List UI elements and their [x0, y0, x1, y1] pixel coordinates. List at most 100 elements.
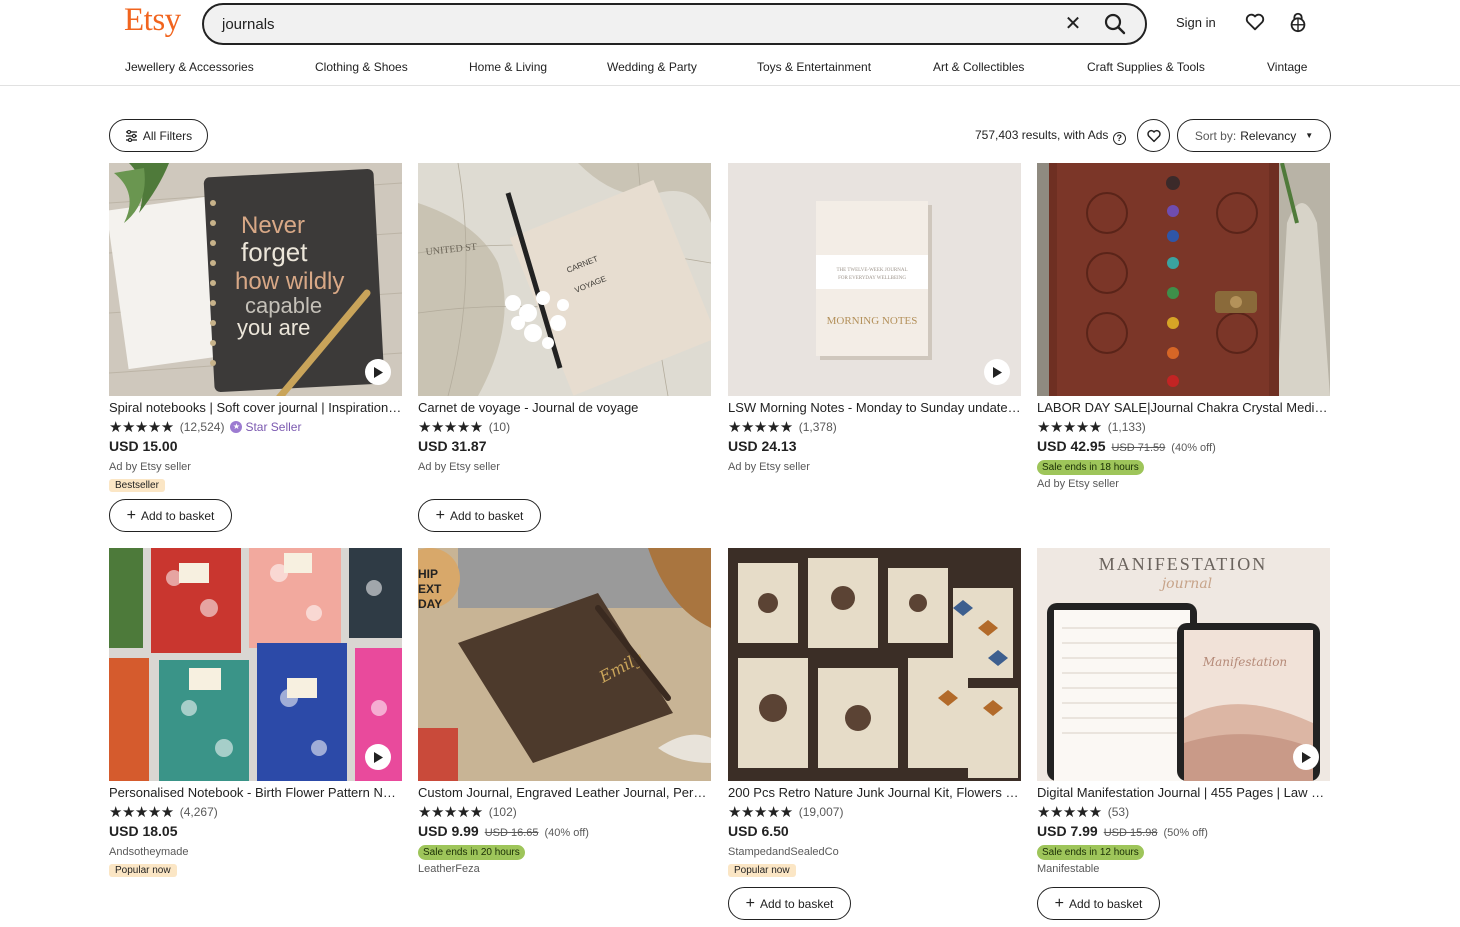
svg-text:Manifestation: Manifestation — [1202, 655, 1287, 669]
nav-item-art[interactable]: Art & Collectibles — [933, 60, 1024, 74]
product-image[interactable]: THE TWELVE-WEEK JOURNAL FOR EVERYDAY WEL… — [728, 163, 1021, 396]
shop-name[interactable]: StampedandSealedCo — [728, 846, 839, 858]
header: Etsy journals ✕ Sign in Jewellery & Acce… — [0, 0, 1460, 86]
play-video-button[interactable] — [365, 744, 391, 770]
product-card[interactable]: HIP EXT DAY Emily Custom Journal, Engrav… — [418, 548, 711, 878]
nav-item-home[interactable]: Home & Living — [469, 60, 547, 74]
product-rating: ★★★★★ (12,524) ★ Star Seller — [109, 419, 302, 436]
caret-down-icon: ▼ — [1305, 131, 1314, 140]
nav-item-jewellery[interactable]: Jewellery & Accessories — [125, 60, 254, 74]
save-search-button[interactable] — [1137, 119, 1170, 152]
product-image[interactable]: HIP EXT DAY Emily — [418, 548, 711, 781]
nav-item-clothing[interactable]: Clothing & Shoes — [315, 60, 408, 74]
discount-percent: (40% off) — [544, 827, 589, 839]
product-image[interactable]: MANIFESTATION journal Manifestation — [1037, 548, 1330, 781]
star-seller-label: Star Seller — [245, 420, 302, 434]
nav-item-vintage[interactable]: Vintage — [1267, 60, 1307, 74]
product-price: USD 24.13 — [728, 438, 797, 454]
product-image[interactable]: Never forget how wildly capable you are — [109, 163, 402, 396]
add-to-basket-button[interactable]: + Add to basket — [418, 499, 541, 532]
all-filters-button[interactable]: All Filters — [109, 119, 208, 152]
favorites-heart-icon[interactable] — [1244, 11, 1266, 33]
play-icon — [374, 366, 383, 378]
price-row: USD 9.99 USD 16.65 (40% off) — [418, 823, 589, 839]
svg-text:FOR EVERYDAY WELLBEING: FOR EVERYDAY WELLBEING — [838, 276, 906, 281]
product-image[interactable] — [1037, 163, 1330, 396]
ads-info-icon[interactable]: ? — [1112, 132, 1126, 145]
play-video-button[interactable] — [365, 359, 391, 385]
notebook-photo: Never forget how wildly capable you are — [109, 163, 402, 396]
product-title[interactable]: Digital Manifestation Journal | 455 Page… — [1037, 785, 1330, 800]
product-card[interactable]: 200 Pcs Retro Nature Junk Journal Kit, F… — [728, 548, 1021, 922]
add-to-basket-button[interactable]: + Add to basket — [1037, 887, 1160, 920]
search-input[interactable]: journals — [222, 16, 275, 33]
product-title[interactable]: Spiral notebooks | Soft cover journal | … — [109, 400, 402, 415]
etsy-logo[interactable]: Etsy — [124, 2, 181, 39]
search-bar[interactable]: journals ✕ — [202, 3, 1147, 45]
review-count: (1,378) — [798, 420, 837, 434]
clear-search-icon[interactable]: ✕ — [1062, 13, 1084, 35]
svg-text:Never: Never — [241, 212, 305, 239]
sort-dropdown[interactable]: Sort by: Relevancy ▼ — [1177, 119, 1331, 152]
search-icon[interactable] — [1102, 11, 1128, 37]
product-image[interactable]: UNITED ST NORTH CARNET VOYAGE — [418, 163, 711, 396]
nav-item-toys[interactable]: Toys & Entertainment — [757, 60, 871, 74]
chakra-leather-journal-photo — [1037, 163, 1330, 396]
sort-label: Sort by: — [1194, 128, 1237, 143]
product-image[interactable] — [109, 548, 402, 781]
product-image[interactable] — [728, 548, 1021, 781]
review-count: (53) — [1107, 805, 1130, 819]
image-headline: MANIFESTATION — [1099, 554, 1268, 574]
morning-notes-photo: THE TWELVE-WEEK JOURNAL FOR EVERYDAY WEL… — [728, 163, 1021, 396]
bestseller-badge: Bestseller — [109, 479, 165, 492]
seller-info: Ad by Etsy seller — [418, 461, 500, 473]
travel-journal-photo: UNITED ST NORTH CARNET VOYAGE — [418, 163, 711, 396]
product-rating: ★★★★★ (1,378) — [728, 419, 837, 436]
product-title[interactable]: LSW Morning Notes - Monday to Sunday und… — [728, 400, 1021, 415]
seller-info: Ad by Etsy seller — [109, 461, 191, 473]
sign-in-link[interactable]: Sign in — [1176, 15, 1216, 30]
nav-item-craft[interactable]: Craft Supplies & Tools — [1087, 60, 1205, 74]
price-row: USD 31.87 — [418, 438, 486, 454]
product-rating: ★★★★★ (1,133) — [1037, 419, 1146, 436]
original-price: USD 15.98 — [1103, 827, 1158, 839]
add-to-basket-button[interactable]: + Add to basket — [109, 499, 232, 532]
product-title[interactable]: Carnet de voyage - Journal de voyage — [418, 400, 711, 415]
category-nav: Jewellery & Accessories Clothing & Shoes… — [0, 60, 1460, 76]
product-title[interactable]: Personalised Notebook - Birth Flower Pat… — [109, 785, 402, 800]
product-title[interactable]: LABOR DAY SALE|Journal Chakra Crystal Me… — [1037, 400, 1330, 415]
product-card[interactable]: THE TWELVE-WEEK JOURNAL FOR EVERYDAY WEL… — [728, 163, 1021, 493]
shop-name[interactable]: Andsotheymade — [109, 846, 189, 858]
floral-notebooks-photo — [109, 548, 402, 781]
play-video-button[interactable] — [1293, 744, 1319, 770]
plus-icon: + — [1054, 894, 1064, 912]
product-rating: ★★★★★ (19,007) — [728, 804, 843, 821]
product-rating: ★★★★★ (102) — [418, 804, 517, 821]
discount-percent: (40% off) — [1171, 442, 1216, 454]
discount-percent: (50% off) — [1163, 827, 1208, 839]
product-title[interactable]: Custom Journal, Engraved Leather Journal… — [418, 785, 711, 800]
product-rating: ★★★★★ (4,267) — [109, 804, 218, 821]
popular-now-badge: Popular now — [728, 864, 796, 877]
product-card[interactable]: Personalised Notebook - Birth Flower Pat… — [109, 548, 402, 878]
shop-name[interactable]: Manifestable — [1037, 863, 1099, 875]
nav-item-wedding[interactable]: Wedding & Party — [607, 60, 697, 74]
add-to-basket-label: Add to basket — [759, 896, 834, 911]
svg-text:MORNING NOTES: MORNING NOTES — [827, 315, 918, 327]
product-card[interactable]: MANIFESTATION journal Manifestation Digi… — [1037, 548, 1330, 922]
play-video-button[interactable] — [984, 359, 1010, 385]
basket-icon[interactable] — [1287, 11, 1309, 33]
product-card[interactable]: UNITED ST NORTH CARNET VOYAGE Carnet de … — [418, 163, 711, 533]
product-card[interactable]: Never forget how wildly capable you are … — [109, 163, 402, 533]
review-count: (10) — [488, 420, 511, 434]
sale-badge: Sale ends in 20 hours — [418, 845, 525, 860]
product-card[interactable]: LABOR DAY SALE|Journal Chakra Crystal Me… — [1037, 163, 1330, 493]
product-title[interactable]: 200 Pcs Retro Nature Junk Journal Kit, F… — [728, 785, 1021, 800]
add-to-basket-button[interactable]: + Add to basket — [728, 887, 851, 920]
shop-name[interactable]: LeatherFeza — [418, 863, 480, 875]
review-count: (12,524) — [179, 420, 225, 434]
price-row: USD 7.99 USD 15.98 (50% off) — [1037, 823, 1208, 839]
add-to-basket-label: Add to basket — [140, 508, 215, 523]
product-price: USD 9.99 — [418, 823, 479, 839]
svg-text:forget: forget — [241, 237, 308, 267]
